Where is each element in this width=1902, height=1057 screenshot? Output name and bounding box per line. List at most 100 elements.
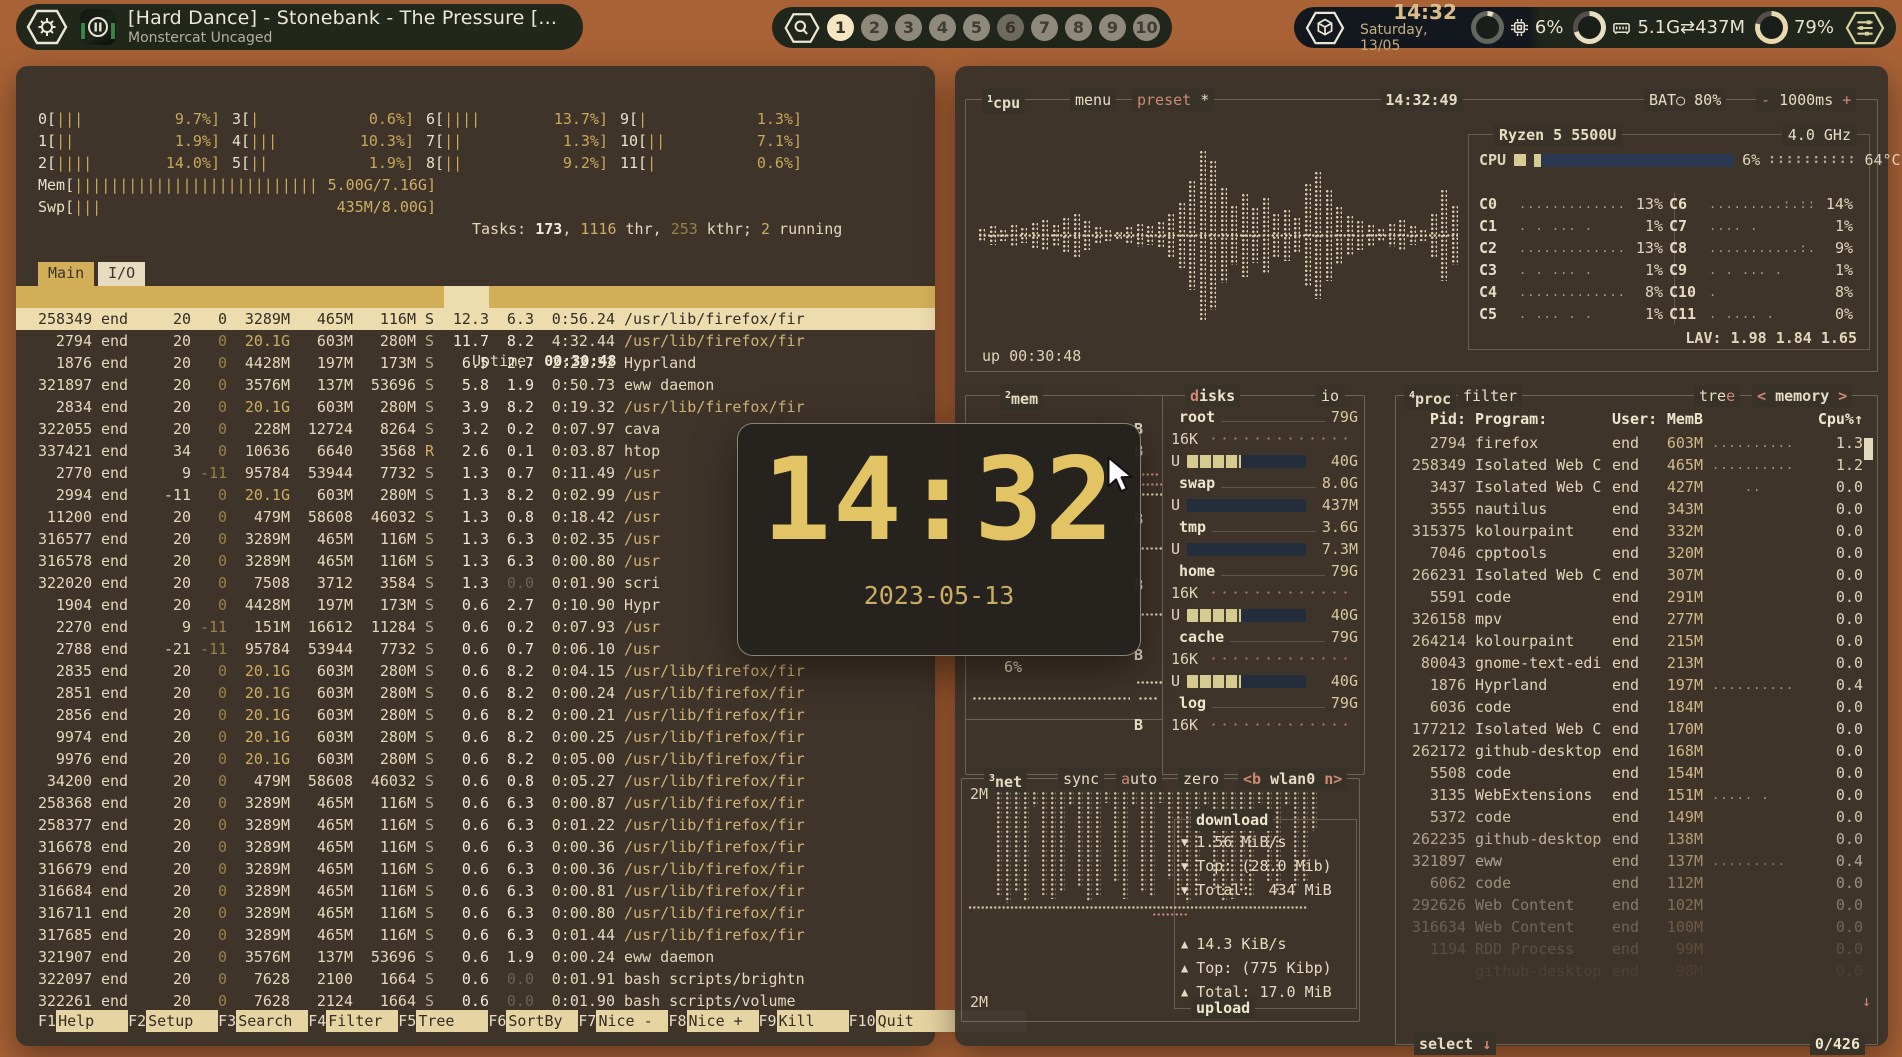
table-row[interactable]: 258368end2003289M465M116MS0.66.30:00.87/…: [16, 792, 935, 814]
workspace-button[interactable]: 5: [963, 14, 990, 41]
proc-table-header[interactable]: Pid: Program: User: MemB Cpu% ↑: [1406, 408, 1863, 430]
table-row[interactable]: 2794end20020.1G603M280MS11.78.24:32.44/u…: [16, 330, 935, 352]
io-panel-label[interactable]: io: [1315, 385, 1345, 407]
net-scale-bottom: 2M: [970, 991, 988, 1013]
preset-button[interactable]: preset *: [1132, 89, 1214, 111]
table-row[interactable]: 316678end2003289M465M116MS0.66.30:00.36/…: [16, 836, 935, 858]
graph-column: [1073, 213, 1080, 257]
list-item[interactable]: 262172github-desktopend168M0.0: [1406, 740, 1863, 762]
table-row[interactable]: 2851end20020.1G603M280MS0.68.20:00.24/us…: [16, 682, 935, 704]
list-item[interactable]: 316634Web Contentend100M0.0: [1406, 916, 1863, 938]
proc-select-hint[interactable]: select ↓: [1414, 1033, 1496, 1055]
table-row[interactable]: 9976end20020.1G603M280MS0.68.20:05.00/us…: [16, 748, 935, 770]
list-item[interactable]: 5372codeend149M0.0: [1406, 806, 1863, 828]
scroll-down-icon[interactable]: ↓: [1862, 990, 1871, 1012]
gear-icon[interactable]: [26, 8, 68, 46]
table-row[interactable]: 316684end2003289M465M116MS0.66.30:00.81/…: [16, 880, 935, 902]
disks-panel-label[interactable]: disks: [1185, 385, 1240, 407]
list-item[interactable]: 3437Isolated Web Cend427M ..0.0: [1406, 476, 1863, 498]
package-icon[interactable]: [1304, 9, 1346, 47]
up-arrow-icon: ▲: [1181, 957, 1188, 979]
list-item[interactable]: 1876Hyprlandend197M..........0.4: [1406, 674, 1863, 696]
function-key-button[interactable]: F8Nice +: [668, 1010, 758, 1032]
list-item[interactable]: 326158mpvend277M0.0: [1406, 608, 1863, 630]
table-row[interactable]: 9974end20020.1G603M280MS0.68.20:00.25/us…: [16, 726, 935, 748]
list-item[interactable]: 177212Isolated Web Cend170M0.0: [1406, 718, 1863, 740]
list-item[interactable]: 6036codeend184M0.0: [1406, 696, 1863, 718]
memory-ring-gauge: [1573, 11, 1606, 44]
menu-button[interactable]: menu: [1070, 89, 1116, 111]
list-item[interactable]: 292626Web Contentend102M0.0: [1406, 894, 1863, 916]
topbar-clock[interactable]: 14:32 Saturday, 13/05: [1360, 1, 1457, 54]
list-item[interactable]: 315375kolourpaintend332M0.0: [1406, 520, 1863, 542]
workspace-button[interactable]: 1: [827, 14, 854, 41]
list-item[interactable]: 258349Isolated Web Cend465M..........1.2: [1406, 454, 1863, 476]
table-row[interactable]: 317685end2003289M465M116MS0.66.30:01.44/…: [16, 924, 935, 946]
net-interface-selector[interactable]: <b wlan0 n>: [1238, 768, 1347, 790]
table-row[interactable]: 2835end20020.1G603M280MS0.68.20:04.15/us…: [16, 660, 935, 682]
proc-filter-button[interactable]: filter: [1458, 385, 1522, 407]
list-item[interactable]: 80043gnome-text-ediend213M0.0: [1406, 652, 1863, 674]
table-row[interactable]: 316679end2003289M465M116MS0.66.30:00.36/…: [16, 858, 935, 880]
net-zero-button[interactable]: zero: [1178, 768, 1224, 790]
table-row[interactable]: 1876end2004428M197M173MS6.52.72:22.52Hyp…: [16, 352, 935, 374]
table-row[interactable]: 321897end2003576M137M53696S5.81.90:50.73…: [16, 374, 935, 396]
scrollbar-thumb[interactable]: [1864, 438, 1873, 460]
table-row[interactable]: 322097end200762821001664S0.60.00:01.91ba…: [16, 968, 935, 990]
workspace-button[interactable]: 8: [1065, 14, 1092, 41]
htop-tab[interactable]: I/O: [98, 262, 145, 286]
list-item[interactable]: 6062codeend112M0.0: [1406, 872, 1863, 894]
table-row[interactable]: 2834end20020.1G603M280MS3.98.20:19.32/us…: [16, 396, 935, 418]
list-item[interactable]: 7046cpptoolsend320M0.0: [1406, 542, 1863, 564]
list-item[interactable]: 3135WebExtensionsend151M..... .0.0: [1406, 784, 1863, 806]
net-box-label[interactable]: 3net: [984, 768, 1027, 793]
function-key-button[interactable]: F3Search: [218, 1010, 308, 1032]
table-row[interactable]: 2856end20020.1G603M280MS0.68.20:00.21/us…: [16, 704, 935, 726]
table-row[interactable]: 321907end2003576M137M53696S0.61.90:00.24…: [16, 946, 935, 968]
mem-box-label[interactable]: 2mem: [1000, 385, 1043, 410]
function-key-button[interactable]: F6SortBy: [488, 1010, 578, 1032]
function-key-button[interactable]: F7Nice -: [578, 1010, 668, 1032]
net-auto-button[interactable]: auto: [1116, 768, 1162, 790]
proc-sort-selector[interactable]: < memory >: [1752, 385, 1852, 407]
list-item[interactable]: 321897ewwend137M.........0.4: [1406, 850, 1863, 872]
table-row[interactable]: 316711end2003289M465M116MS0.66.30:00.80/…: [16, 902, 935, 924]
list-item[interactable]: 2794firefoxend603M..........1.3: [1406, 432, 1863, 454]
refresh-rate-control[interactable]: - 1000ms +: [1756, 89, 1856, 111]
table-row[interactable]: 258349end2003289M465M116MS12.36.30:56.24…: [16, 308, 935, 330]
list-item[interactable]: github-desktopend98M0.0: [1406, 960, 1863, 982]
list-item[interactable]: 264214kolourpaintend215M0.0: [1406, 630, 1863, 652]
table-row[interactable]: 34200end200479M5860846032S0.60.80:05.27/…: [16, 770, 935, 792]
cpu-box-label[interactable]: 1cpu: [982, 89, 1025, 114]
proc-box-label[interactable]: 4proc: [1404, 385, 1456, 410]
function-key-button[interactable]: F5Tree: [398, 1010, 488, 1032]
list-item[interactable]: 266231Isolated Web Cend307M0.0: [1406, 564, 1863, 586]
table-row[interactable]: 258377end2003289M465M116MS0.66.30:01.22/…: [16, 814, 935, 836]
list-item[interactable]: 5591codeend291M0.0: [1406, 586, 1863, 608]
music-player-pill[interactable]: [Hard Dance] - Stonebank - The Pressure …: [16, 4, 583, 50]
search-icon[interactable]: [784, 11, 820, 45]
workspace-button[interactable]: 3: [895, 14, 922, 41]
workspace-button[interactable]: 2: [861, 14, 888, 41]
list-item[interactable]: 1194RDD Processend99M0.0: [1406, 938, 1863, 960]
net-sync-button[interactable]: sync: [1058, 768, 1104, 790]
function-key-button[interactable]: F4Filter: [308, 1010, 398, 1032]
proc-tree-button[interactable]: tree: [1694, 385, 1740, 407]
function-key-button[interactable]: F9Kill: [759, 1010, 849, 1032]
album-art[interactable]: [80, 9, 116, 45]
disk-io-row: 16K: [1171, 648, 1358, 670]
htop-tab[interactable]: Main: [38, 262, 94, 286]
settings-sliders-icon[interactable]: [1844, 9, 1886, 47]
list-item[interactable]: 3555nautilusend343M0.0: [1406, 498, 1863, 520]
function-key-button[interactable]: F2Setup: [128, 1010, 218, 1032]
workspace-button[interactable]: 6: [997, 14, 1024, 41]
workspace-button[interactable]: 7: [1031, 14, 1058, 41]
process-table-header[interactable]: [16, 286, 935, 308]
function-key-button[interactable]: F1Help: [38, 1010, 128, 1032]
workspace-button[interactable]: 10: [1133, 14, 1160, 41]
list-item[interactable]: 262235github-desktopend138M0.0: [1406, 828, 1863, 850]
workspace-button[interactable]: 4: [929, 14, 956, 41]
workspace-button[interactable]: 9: [1099, 14, 1126, 41]
list-item[interactable]: 5508codeend154M0.0: [1406, 762, 1863, 784]
table-row[interactable]: 322261end200762821241664S0.60.00:01.90ba…: [16, 990, 935, 1012]
